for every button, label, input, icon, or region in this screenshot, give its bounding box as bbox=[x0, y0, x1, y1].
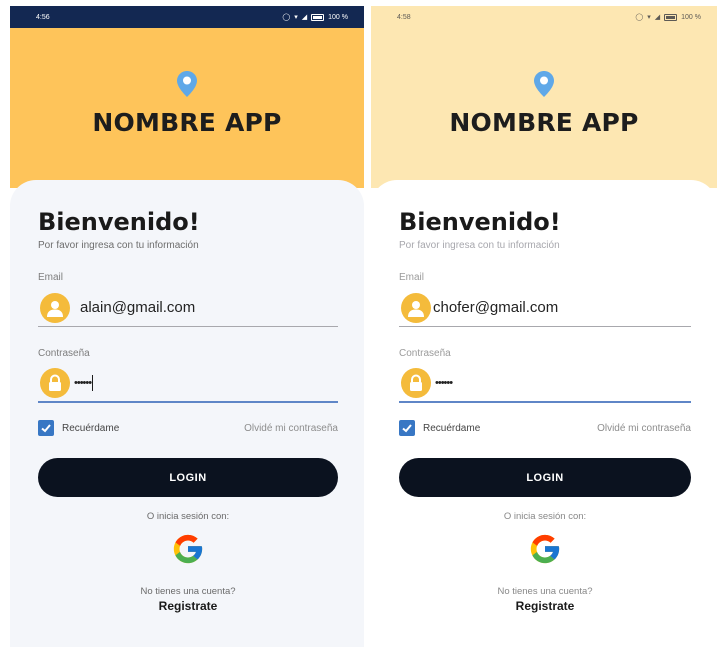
register-link[interactable]: Registrate bbox=[38, 599, 338, 613]
status-icons: ◯ ▾ ◢ 100 % bbox=[635, 13, 701, 21]
login-button[interactable]: LOGIN bbox=[38, 458, 338, 497]
text-cursor bbox=[92, 375, 94, 391]
remember-me[interactable]: Recuérdame bbox=[399, 420, 480, 436]
welcome-subtitle: Por favor ingresa con tu información bbox=[399, 240, 560, 251]
signal-icon: ◢ bbox=[301, 14, 308, 21]
status-bar: 4:56 ◯ ▾ ◢ 100 % bbox=[10, 6, 364, 28]
header: NOMBRE APP bbox=[10, 28, 364, 188]
battery-icon bbox=[664, 13, 678, 21]
remember-checkbox[interactable] bbox=[399, 420, 415, 436]
login-card: Bienvenido! Por favor ingresa con tu inf… bbox=[371, 180, 717, 647]
app-name: NOMBRE APP bbox=[92, 108, 282, 137]
alarm-icon: ◯ bbox=[635, 14, 644, 21]
options-row: Recuérdame Olvidé mi contraseña bbox=[399, 420, 691, 436]
welcome-title: Bienvenido! bbox=[38, 208, 200, 236]
status-bar: 4:58 ◯ ▾ ◢ 100 % bbox=[371, 6, 717, 28]
status-time: 4:56 bbox=[36, 13, 50, 21]
app-name: NOMBRE APP bbox=[449, 108, 639, 137]
remember-checkbox[interactable] bbox=[38, 420, 54, 436]
welcome-subtitle: Por favor ingresa con tu información bbox=[38, 240, 199, 251]
user-avatar-icon bbox=[40, 292, 70, 323]
register-link[interactable]: Registrate bbox=[399, 599, 691, 613]
forgot-password-link[interactable]: Olvidé mi contraseña bbox=[244, 423, 338, 434]
login-screen-1: 4:56 ◯ ▾ ◢ 100 % NOMBRE APP Bienvenido! … bbox=[10, 6, 364, 647]
email-field[interactable]: chofer@gmail.com bbox=[399, 289, 691, 327]
google-icon[interactable] bbox=[171, 532, 205, 566]
battery-level: 100 % bbox=[328, 13, 348, 21]
status-icons: ◯ ▾ ◢ 100 % bbox=[282, 13, 348, 21]
no-account-text: No tienes una cuenta? bbox=[497, 586, 593, 597]
lock-icon bbox=[40, 368, 70, 398]
email-field[interactable]: alain@gmail.com bbox=[38, 289, 338, 327]
email-value: alain@gmail.com bbox=[80, 299, 196, 316]
password-field[interactable]: •••••• bbox=[399, 365, 691, 403]
no-account-text: No tienes una cuenta? bbox=[140, 586, 236, 597]
remember-label: Recuérdame bbox=[62, 422, 120, 434]
login-screen-2: 4:58 ◯ ▾ ◢ 100 % NOMBRE APP Bienvenido! … bbox=[371, 6, 717, 647]
header: NOMBRE APP bbox=[371, 28, 717, 188]
password-label: Contraseña bbox=[399, 348, 451, 359]
status-time: 4:58 bbox=[397, 13, 411, 21]
email-label: Email bbox=[38, 272, 64, 283]
forgot-password-link[interactable]: Olvidé mi contraseña bbox=[597, 423, 691, 434]
welcome-title: Bienvenido! bbox=[399, 208, 561, 236]
google-icon[interactable] bbox=[528, 532, 562, 566]
alt-login-label: O inicia sesión con: bbox=[503, 511, 587, 522]
remember-me[interactable]: Recuérdame bbox=[38, 420, 119, 436]
battery-level: 100 % bbox=[681, 13, 701, 21]
login-button[interactable]: LOGIN bbox=[399, 458, 691, 497]
google-login bbox=[399, 532, 691, 566]
password-label: Contraseña bbox=[38, 348, 90, 359]
password-field[interactable]: •••••• bbox=[38, 365, 338, 403]
alt-login-label: O inicia sesión con: bbox=[146, 511, 230, 522]
login-card: Bienvenido! Por favor ingresa con tu inf… bbox=[10, 180, 364, 647]
remember-label: Recuérdame bbox=[423, 422, 481, 434]
alarm-icon: ◯ bbox=[282, 14, 291, 21]
battery-icon bbox=[311, 13, 325, 21]
location-pin-icon bbox=[173, 70, 201, 98]
signal-icon: ◢ bbox=[654, 14, 661, 21]
options-row: Recuérdame Olvidé mi contraseña bbox=[38, 420, 338, 436]
location-pin-icon bbox=[530, 70, 558, 98]
wifi-icon: ▾ bbox=[647, 14, 651, 21]
checkmark-icon bbox=[41, 424, 51, 433]
wifi-icon: ▾ bbox=[294, 14, 298, 21]
password-value: •••••• bbox=[74, 377, 92, 389]
google-login bbox=[38, 532, 338, 566]
lock-icon bbox=[401, 368, 431, 398]
email-label: Email bbox=[399, 272, 425, 283]
user-avatar-icon bbox=[401, 292, 431, 323]
checkmark-icon bbox=[402, 424, 412, 433]
email-value: chofer@gmail.com bbox=[433, 299, 559, 316]
password-value: •••••• bbox=[435, 377, 453, 389]
